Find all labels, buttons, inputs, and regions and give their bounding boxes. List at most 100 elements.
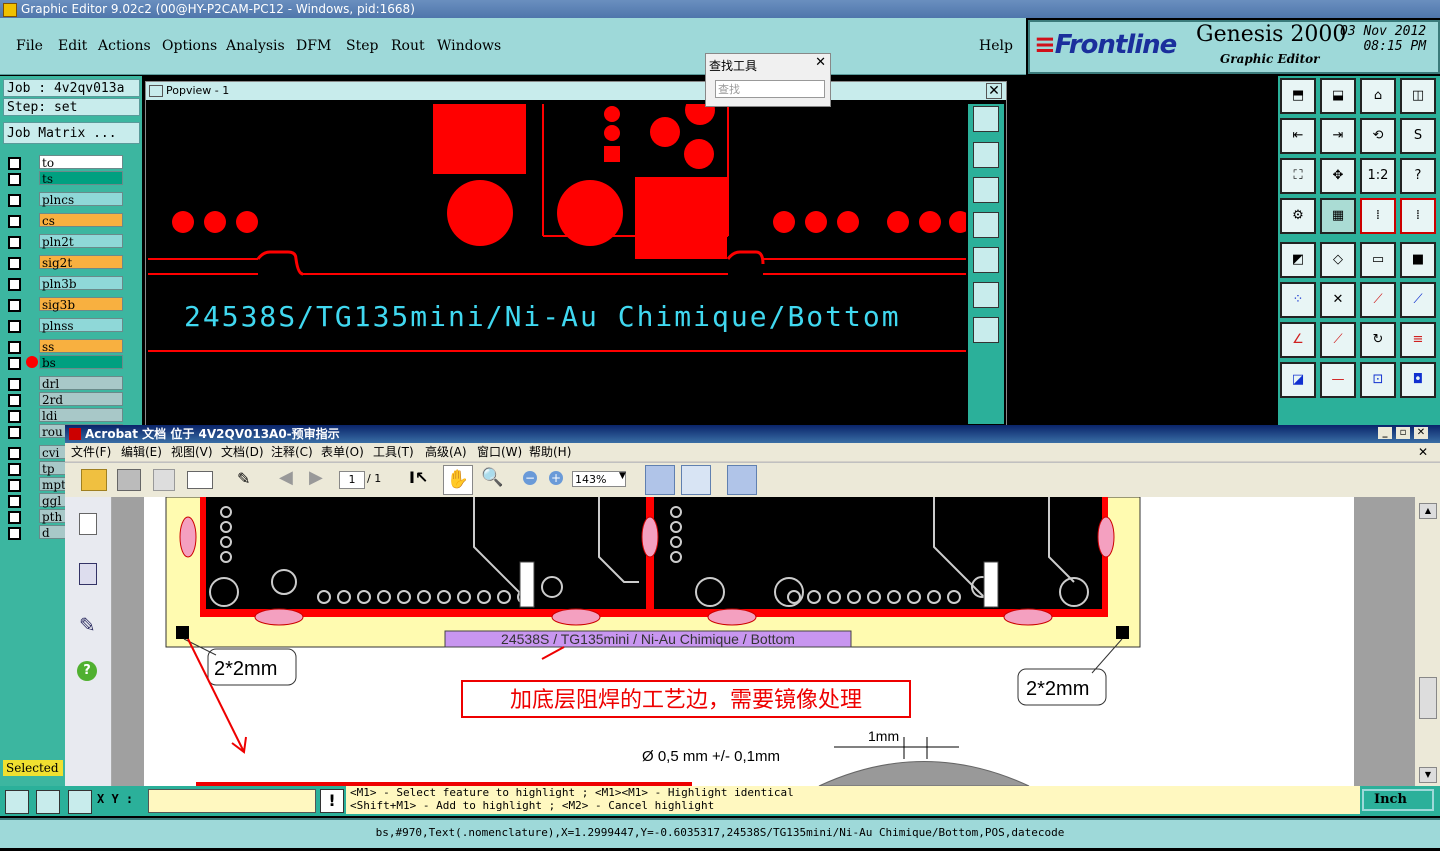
layer-checkbox[interactable] <box>8 447 21 460</box>
acrobat-menu-item[interactable]: 窗口(W) <box>477 443 522 461</box>
tool-button-20[interactable]: ■ <box>1400 242 1436 278</box>
close-button[interactable]: ✕ <box>1414 427 1428 439</box>
units-select[interactable]: Inch <box>1362 789 1434 811</box>
menu-dfm[interactable]: DFM <box>296 38 331 54</box>
layer-checkbox[interactable] <box>8 410 21 423</box>
tool-button-18[interactable]: ◇ <box>1320 242 1356 278</box>
acrobat-menu-item[interactable]: 高级(A) <box>425 443 467 461</box>
tool-button-1[interactable]: ⬒ <box>1280 78 1316 114</box>
layer-name[interactable]: plncs <box>39 192 123 207</box>
help-question-button[interactable]: ? <box>1400 158 1436 194</box>
layer-checkbox[interactable] <box>8 495 21 508</box>
zoom-tool-icon[interactable]: 🔍 <box>481 467 503 488</box>
layer-row[interactable]: bs <box>6 355 124 370</box>
restore-button[interactable]: ▫ <box>1396 427 1410 439</box>
layer-row[interactable]: sig2t <box>6 255 124 270</box>
hand-tool-icon[interactable]: ✋ <box>443 465 473 495</box>
tool-button-13[interactable]: ⚙ <box>1280 198 1316 234</box>
chevron-down-icon[interactable]: ▼ <box>619 471 626 481</box>
layer-name[interactable]: drl <box>39 376 123 391</box>
acrobat-menu-item[interactable]: 表单(O) <box>321 443 364 461</box>
pan-up-button[interactable] <box>973 142 999 168</box>
tool-button-24[interactable]: ⟋ <box>1400 282 1436 318</box>
zoom-center-icon[interactable]: ✥ <box>1320 158 1356 194</box>
layer-checkbox[interactable] <box>8 194 21 207</box>
tool-button-3[interactable]: ⌂ <box>1360 78 1396 114</box>
find-input[interactable]: 查找 <box>715 80 825 98</box>
tool-button-29[interactable]: ◪ <box>1280 362 1316 398</box>
layer-name[interactable]: to <box>39 155 123 170</box>
scale-1-2-button[interactable]: 1:2 <box>1360 158 1396 194</box>
help-icon[interactable]: ? <box>77 661 97 681</box>
close-document-icon[interactable]: ✕ <box>1418 443 1428 461</box>
layer-checkbox[interactable] <box>8 463 21 476</box>
layer-name[interactable]: ldi <box>39 408 123 423</box>
tool-button-4[interactable]: ◫ <box>1400 78 1436 114</box>
tool-button-8[interactable]: S <box>1400 118 1436 154</box>
layer-checkbox[interactable] <box>8 394 21 407</box>
layer-row[interactable]: cs <box>6 213 124 228</box>
tool-button-27[interactable]: ↻ <box>1360 322 1396 358</box>
layer-name[interactable]: pln2t <box>39 234 123 249</box>
layer-row[interactable]: pln2t <box>6 234 124 249</box>
layer-row[interactable]: ldi <box>6 408 124 423</box>
tool-button-6[interactable]: ⇥ <box>1320 118 1356 154</box>
menu-analysis[interactable]: Analysis <box>226 38 285 54</box>
pages-icon[interactable] <box>79 513 97 535</box>
layer-checkbox[interactable] <box>8 173 21 186</box>
layer-name[interactable]: pln3b <box>39 276 123 291</box>
layer-checkbox[interactable] <box>8 157 21 170</box>
layer-row[interactable]: pln3b <box>6 276 124 291</box>
layer-checkbox[interactable] <box>8 341 21 354</box>
layer-checkbox[interactable] <box>8 479 21 492</box>
layer-row[interactable]: 2rd <box>6 392 124 407</box>
menu-step[interactable]: Step <box>346 38 378 54</box>
zoom-out-icon[interactable]: − <box>523 471 537 485</box>
scroll-thumb[interactable] <box>1419 677 1437 719</box>
tool-button-21[interactable]: ⁘ <box>1280 282 1316 318</box>
tool-button-17[interactable]: ◩ <box>1280 242 1316 278</box>
scroll-up-arrow[interactable]: ▲ <box>1419 503 1437 519</box>
layer-name[interactable]: ts <box>39 171 123 186</box>
layer-row[interactable]: plnss <box>6 318 124 333</box>
tool-button-2[interactable]: ⬓ <box>1320 78 1356 114</box>
select-tool-icon[interactable]: I↖ <box>409 468 428 487</box>
xy-input[interactable] <box>148 789 316 813</box>
print-icon[interactable] <box>117 469 141 491</box>
tool-button-15[interactable]: ⁞ <box>1360 198 1396 234</box>
pan-right-button[interactable] <box>973 247 999 273</box>
find-tool-close-button[interactable]: ✕ <box>815 55 826 70</box>
layer-row[interactable]: plncs <box>6 192 124 207</box>
acrobat-menu-item[interactable]: 工具(T) <box>373 443 414 461</box>
menu-rout[interactable]: Rout <box>391 38 425 54</box>
layer-checkbox[interactable] <box>8 378 21 391</box>
tool-button-26[interactable]: ⟋ <box>1320 322 1356 358</box>
layer-row[interactable]: drl <box>6 376 124 391</box>
menu-windows[interactable]: Windows <box>437 38 501 54</box>
tool-button-30[interactable]: — <box>1320 362 1356 398</box>
layer-row[interactable]: ss <box>6 339 124 354</box>
attach-icon[interactable]: ✎ <box>237 469 250 488</box>
document-view[interactable]: 24538S / TG135mini / Ni-Au Chimique / Bo… <box>112 497 1415 786</box>
layer-name[interactable]: sig2t <box>39 255 123 270</box>
fit-page-icon[interactable] <box>681 465 711 495</box>
tool-button-16[interactable]: ⁞ <box>1400 198 1436 234</box>
job-matrix-button[interactable]: Job Matrix ... <box>3 122 140 144</box>
zoom-out-button[interactable] <box>973 317 999 343</box>
layer-checkbox[interactable] <box>8 299 21 312</box>
layer-name[interactable]: plnss <box>39 318 123 333</box>
page-number-input[interactable]: 1 <box>339 471 365 489</box>
menu-actions[interactable]: Actions <box>98 38 151 54</box>
menu-file[interactable]: File <box>16 38 43 54</box>
signatures-icon[interactable]: ✎ <box>79 613 96 637</box>
menu-options[interactable]: Options <box>162 38 217 54</box>
layer-checkbox[interactable] <box>8 215 21 228</box>
layer-name[interactable]: cs <box>39 213 123 228</box>
zoom-in-icon[interactable]: + <box>549 471 563 485</box>
layer-checkbox[interactable] <box>8 426 21 439</box>
tool-button-5[interactable]: ⇤ <box>1280 118 1316 154</box>
pan-down-button[interactable] <box>973 177 999 203</box>
pan-left-button[interactable] <box>973 212 999 238</box>
layer-checkbox[interactable] <box>8 527 21 540</box>
layer-checkbox[interactable] <box>8 278 21 291</box>
